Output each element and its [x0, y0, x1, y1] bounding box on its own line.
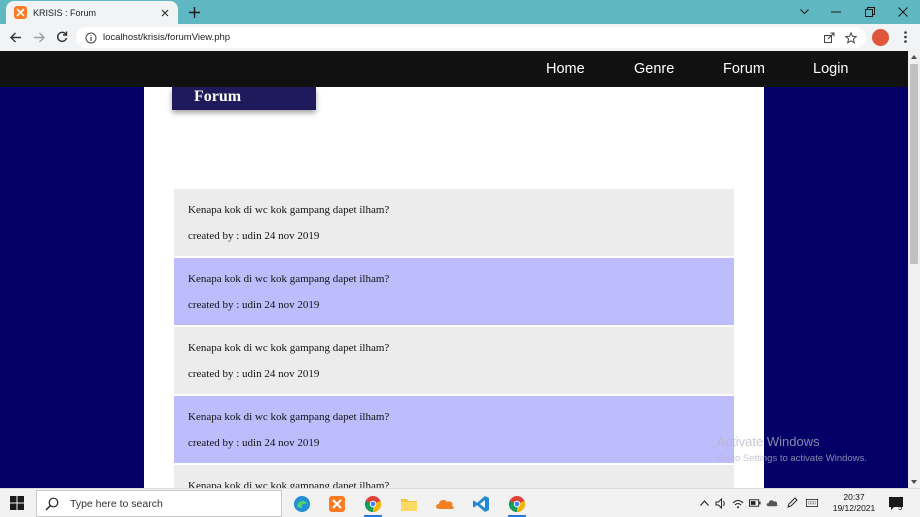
activate-windows-subtext: Go to Settings to activate Windows.	[717, 453, 867, 464]
forum-content-panel: Forum Kenapa kok di wc kok gampang dapet…	[144, 87, 764, 488]
xampp-icon[interactable]	[322, 491, 352, 517]
wifi-icon[interactable]	[732, 497, 744, 509]
post-meta: created by : udin 24 nov 2019	[188, 299, 320, 311]
info-icon[interactable]	[85, 32, 97, 44]
page-title: Forum	[194, 88, 242, 105]
tab-search-chevron-icon[interactable]	[796, 4, 812, 20]
notification-count: 5	[898, 503, 903, 512]
back-arrow-icon[interactable]	[8, 29, 24, 45]
site-navbar: Home Genre Forum Login	[0, 51, 908, 87]
forum-post[interactable]: Kenapa kok di wc kok gampang dapet ilham…	[174, 396, 734, 463]
post-question[interactable]: Kenapa kok di wc kok gampang dapet ilham…	[188, 342, 389, 354]
address-bar[interactable]: localhost/krisis/forumView.php	[76, 27, 866, 48]
forum-post[interactable]: Kenapa kok di wc kok gampang dapet ilham…	[174, 258, 734, 325]
post-meta: created by : udin 24 nov 2019	[188, 368, 320, 380]
nav-forum[interactable]: Forum	[723, 61, 765, 77]
close-tab-icon[interactable]	[157, 5, 173, 21]
windows-start-icon[interactable]	[10, 496, 24, 510]
browser-tab[interactable]: KRISIS : Forum	[6, 1, 178, 24]
scroll-up-icon[interactable]	[910, 53, 918, 61]
battery-icon[interactable]	[749, 497, 761, 509]
search-placeholder: Type here to search	[70, 497, 163, 510]
edge-icon[interactable]	[287, 491, 317, 517]
nav-login[interactable]: Login	[813, 61, 848, 77]
activate-windows-watermark: Activate Windows	[717, 434, 820, 449]
forum-post[interactable]: Kenapa kok di wc kok gampang dapet ilham…	[174, 465, 734, 488]
minimize-icon[interactable]	[828, 4, 844, 20]
post-meta: created by : udin 24 nov 2019	[188, 437, 320, 449]
url-text[interactable]: localhost/krisis/forumView.php	[103, 32, 822, 43]
cloud-icon[interactable]	[430, 491, 460, 517]
bookmark-star-icon[interactable]	[844, 31, 858, 45]
close-window-icon[interactable]	[895, 4, 911, 20]
restore-icon[interactable]	[862, 4, 878, 20]
forum-post[interactable]: Kenapa kok di wc kok gampang dapet ilham…	[174, 327, 734, 394]
forum-post[interactable]: Kenapa kok di wc kok gampang dapet ilham…	[174, 189, 734, 256]
clock-time: 20:37	[843, 492, 865, 502]
tab-title: KRISIS : Forum	[33, 7, 97, 18]
notification-icon[interactable]	[888, 496, 906, 512]
clock-date: 19/12/2021	[832, 503, 876, 513]
forum-heading-badge: Forum	[172, 87, 316, 110]
nav-genre[interactable]: Genre	[634, 61, 674, 77]
onedrive-icon[interactable]	[766, 497, 778, 509]
post-question[interactable]: Kenapa kok di wc kok gampang dapet ilham…	[188, 480, 389, 488]
share-icon[interactable]	[822, 31, 836, 45]
keyboard-icon[interactable]	[806, 497, 818, 509]
post-question[interactable]: Kenapa kok di wc kok gampang dapet ilham…	[188, 204, 389, 216]
scroll-thumb[interactable]	[910, 64, 918, 264]
new-tab-icon[interactable]	[186, 4, 202, 20]
chrome-icon[interactable]	[358, 491, 388, 517]
browser-tab-strip: KRISIS : Forum	[0, 0, 920, 24]
vscode-icon[interactable]	[466, 491, 496, 517]
taskbar-clock[interactable]: 20:37 19/12/2021	[826, 492, 882, 514]
post-question[interactable]: Kenapa kok di wc kok gampang dapet ilham…	[188, 273, 389, 285]
pen-icon[interactable]	[786, 497, 798, 509]
nav-home[interactable]: Home	[546, 61, 585, 77]
xampp-favicon-icon	[14, 6, 27, 19]
taskbar-search-box[interactable]: Type here to search	[36, 490, 282, 517]
chrome-icon[interactable]	[502, 491, 532, 517]
profile-avatar-icon[interactable]	[872, 29, 889, 46]
file-explorer-icon[interactable]	[394, 491, 424, 517]
kebab-menu-icon[interactable]	[898, 29, 912, 45]
chevron-up-icon[interactable]	[698, 497, 710, 509]
speaker-icon[interactable]	[715, 497, 727, 509]
windows-taskbar: Type here to search 20:37 19/12/2021 5	[0, 488, 920, 517]
page-scrollbar[interactable]	[908, 51, 920, 488]
forward-arrow-icon[interactable]	[31, 29, 47, 45]
post-question[interactable]: Kenapa kok di wc kok gampang dapet ilham…	[188, 411, 389, 423]
browser-toolbar: localhost/krisis/forumView.php	[0, 24, 920, 51]
post-meta: created by : udin 24 nov 2019	[188, 230, 320, 242]
reload-icon[interactable]	[54, 29, 70, 45]
scroll-down-icon[interactable]	[910, 478, 918, 486]
page-viewport: Home Genre Forum Login Forum Kenapa kok …	[0, 51, 908, 488]
search-icon	[45, 497, 59, 510]
